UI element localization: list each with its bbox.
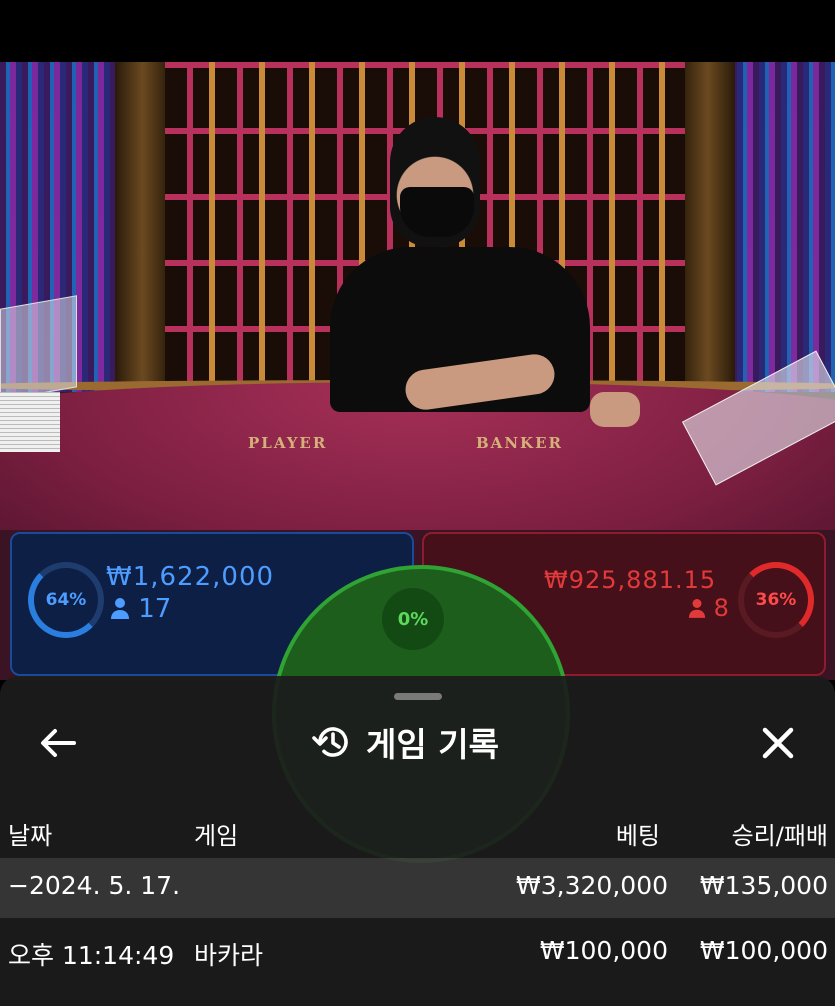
group-result-total: ₩135,000 — [699, 871, 828, 900]
arrow-left-icon — [41, 729, 76, 757]
history-row[interactable]: 오후 11:14:49 바카라 ₩100,000 ₩100,000 — [0, 923, 835, 983]
drag-handle[interactable] — [394, 693, 442, 700]
user-icon — [111, 598, 129, 619]
dealer-hand — [590, 392, 640, 427]
close-icon — [762, 727, 794, 759]
live-dealer-video: PLAYER BANKER — [0, 62, 835, 532]
column-date: 날짜 — [8, 822, 53, 850]
sheet-title: 게임 기록 — [366, 725, 499, 764]
banker-percent-ring: 36% — [738, 562, 814, 638]
column-game: 게임 — [194, 822, 239, 850]
group-date: −2024. 5. 17. — [8, 871, 181, 900]
dealer-mask — [400, 187, 474, 237]
pillar-right — [680, 62, 735, 392]
back-button[interactable] — [36, 721, 80, 765]
banker-bet-amount: ₩925,881.15 — [544, 566, 717, 594]
player-count-value: 17 — [138, 594, 172, 624]
banker-percent: 36% — [755, 590, 797, 610]
game-history-sheet: 게임 기록 날짜 게임 베팅 승리/패배 −2024. 5. 17. ₩3,32… — [0, 676, 835, 1006]
status-bar — [0, 0, 835, 62]
sheet-header: 게임 기록 — [312, 720, 499, 764]
pillar-left — [115, 62, 170, 392]
player-percent-ring: 64% — [28, 562, 104, 638]
row-time: 오후 11:14:49 — [8, 941, 175, 970]
tie-percent: 0% — [382, 588, 444, 650]
row-game: 바카라 — [194, 941, 264, 970]
card-stack — [0, 392, 60, 452]
banker-count: 8 — [688, 594, 729, 622]
group-bet-total: ₩3,320,000 — [516, 871, 668, 900]
column-result: 승리/패배 — [731, 822, 828, 850]
card-shoe-left — [0, 295, 77, 401]
history-icon — [312, 727, 348, 757]
table-player-label: PLAYER — [248, 434, 328, 452]
close-button[interactable] — [756, 721, 800, 765]
user-icon — [688, 599, 706, 618]
row-result: ₩100,000 — [699, 936, 828, 965]
table-banker-label: BANKER — [476, 434, 563, 452]
player-bet-amount: ₩1,622,000 — [106, 562, 275, 592]
column-bet: 베팅 — [615, 822, 660, 850]
date-group-row[interactable]: −2024. 5. 17. ₩3,320,000 ₩135,000 — [0, 858, 835, 918]
player-count: 17 — [110, 594, 171, 624]
row-bet: ₩100,000 — [539, 936, 668, 965]
player-percent: 64% — [45, 590, 87, 610]
banker-count-value: 8 — [713, 594, 729, 622]
